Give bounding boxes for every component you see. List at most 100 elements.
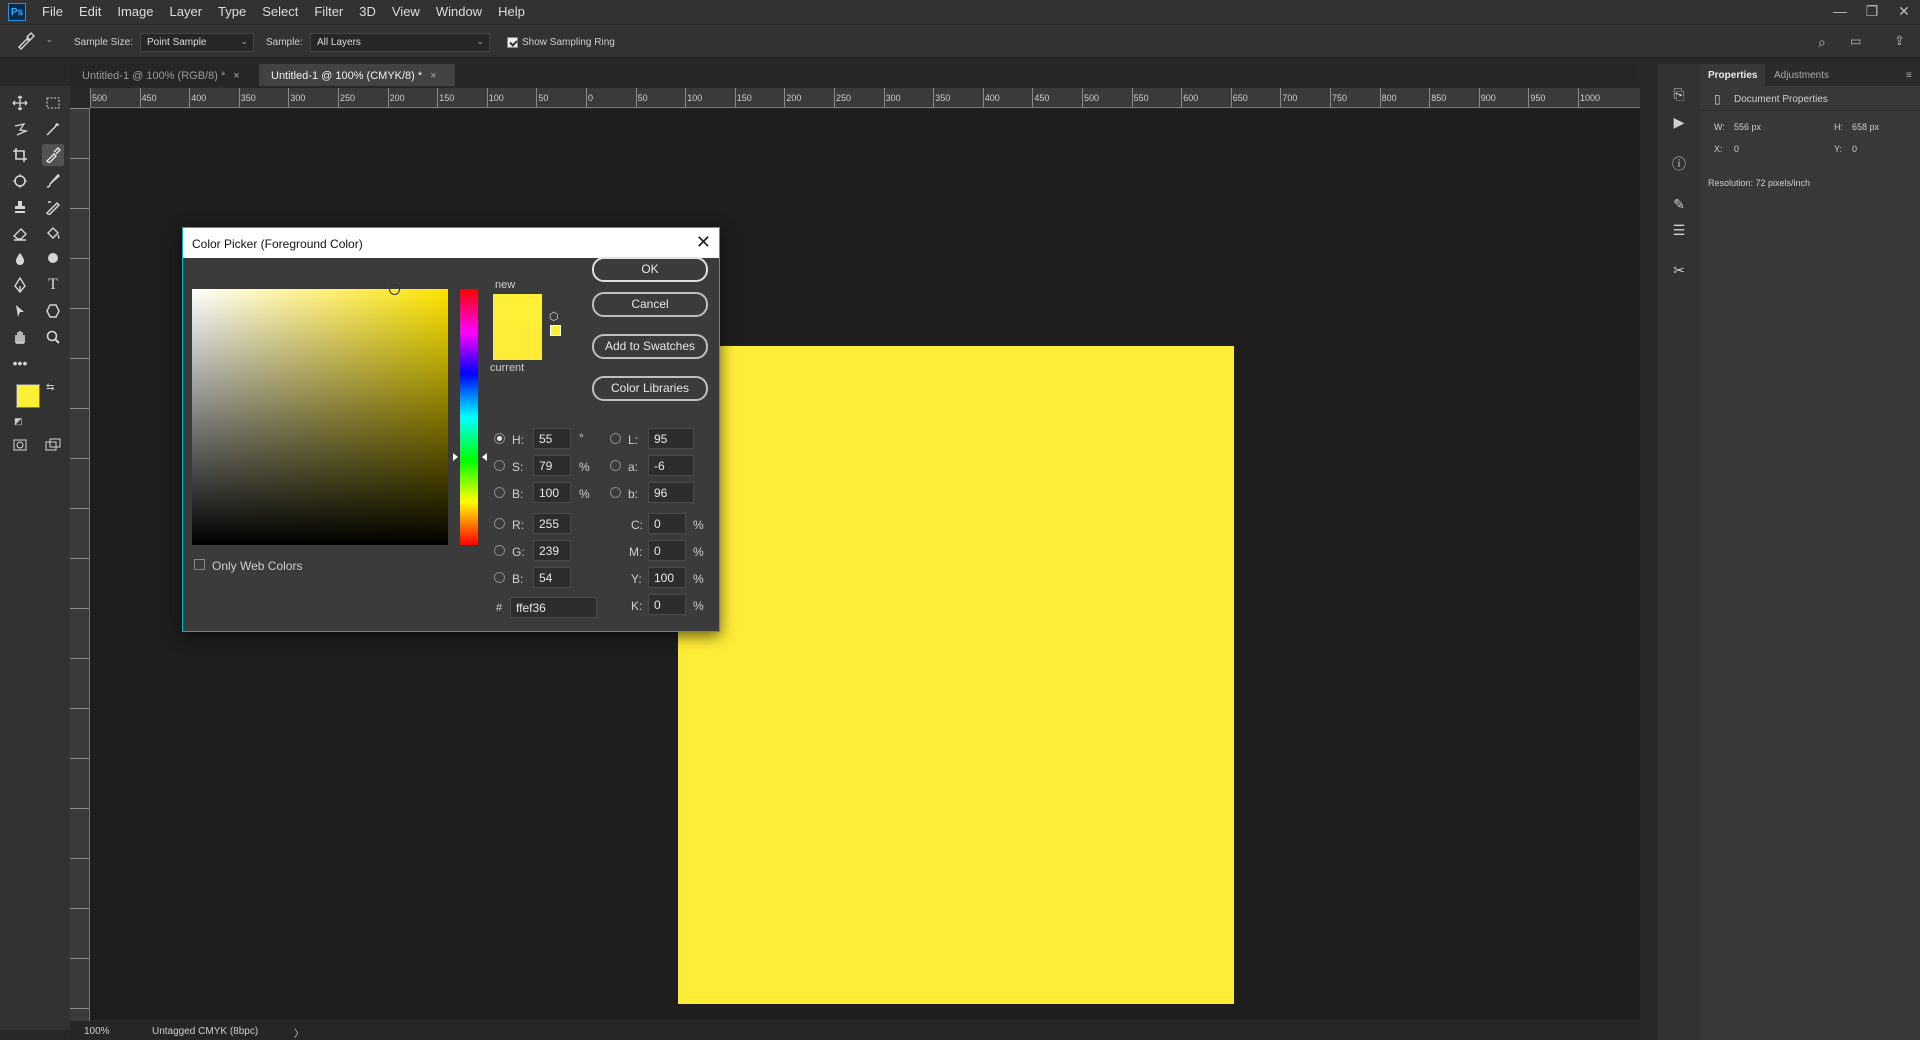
tab-properties[interactable]: Properties — [1700, 64, 1766, 86]
show-ring-checkbox[interactable] — [507, 36, 518, 48]
x-value[interactable]: 0 — [1734, 144, 1739, 154]
close-icon[interactable]: × — [233, 70, 239, 82]
c-input[interactable]: 0 — [648, 513, 686, 534]
history-icon[interactable]: ⎘ — [1669, 86, 1689, 106]
zoom-tool-icon[interactable] — [42, 326, 64, 348]
s-radio[interactable] — [494, 460, 505, 471]
sample-size-select[interactable]: Point Sample ⌄ — [140, 33, 254, 52]
cancel-button[interactable]: Cancel — [592, 292, 708, 317]
adjustment-sliders-icon[interactable]: ☰ — [1669, 222, 1689, 242]
horizontal-ruler[interactable]: 500 450 400 350 300 250 200 150 100 50 0 50 100 150 20… — [90, 88, 1640, 108]
status-chevron-icon[interactable]: 〉 — [294, 1025, 304, 1040]
menu-view[interactable]: View — [384, 0, 428, 24]
y-value[interactable]: 0 — [1852, 144, 1857, 154]
only-web-colors-checkbox[interactable] — [194, 558, 205, 570]
lab-b-input[interactable]: 96 — [648, 482, 694, 503]
add-to-swatches-button[interactable]: Add to Swatches — [592, 334, 708, 359]
b-radio[interactable] — [494, 487, 505, 498]
blue-input[interactable]: 54 — [533, 567, 571, 588]
b-input[interactable]: 100 — [533, 482, 571, 503]
pen-tool-icon[interactable] — [9, 274, 31, 296]
lasso-tool-icon[interactable] — [9, 118, 31, 140]
menu-type[interactable]: Type — [210, 0, 254, 24]
hex-input[interactable]: ffef36 — [510, 597, 597, 618]
move-tool-icon[interactable] — [9, 92, 31, 114]
frame-tool-icon[interactable] — [9, 170, 31, 192]
tools-presets-icon[interactable]: ✂ — [1669, 262, 1689, 282]
close-icon[interactable]: × — [430, 70, 436, 82]
share-icon[interactable]: ⇪ — [1894, 33, 1905, 49]
menu-help[interactable]: Help — [490, 0, 533, 24]
g-radio[interactable] — [494, 545, 505, 556]
h-radio[interactable] — [494, 433, 505, 444]
web-safe-swatch[interactable] — [550, 325, 561, 336]
menu-window[interactable]: Window — [428, 0, 490, 24]
y-input[interactable]: 100 — [648, 567, 686, 588]
quick-mask-icon[interactable] — [9, 434, 31, 456]
l-input[interactable]: 95 — [648, 428, 694, 449]
brush-tool-icon[interactable] — [42, 170, 64, 192]
color-picker-ring[interactable] — [389, 284, 400, 295]
cube-icon[interactable]: ⬡ — [549, 310, 559, 323]
info-icon[interactable]: ⓘ — [1669, 154, 1689, 174]
paint-bucket-tool-icon[interactable] — [42, 222, 64, 244]
foreground-color-swatch[interactable] — [16, 384, 40, 408]
menu-filter[interactable]: Filter — [306, 0, 351, 24]
dialog-titlebar[interactable]: Color Picker (Foreground Color) ✕ — [183, 228, 719, 258]
workspace-icon[interactable]: ▭ — [1850, 34, 1861, 48]
h-value[interactable]: 658 px — [1852, 122, 1879, 132]
vertical-ruler[interactable] — [70, 108, 90, 1030]
m-input[interactable]: 0 — [648, 540, 686, 561]
screen-mode-icon[interactable] — [42, 434, 64, 456]
search-icon[interactable]: ⌕ — [1818, 34, 1826, 51]
l-radio[interactable] — [610, 433, 621, 444]
blur-tool-icon[interactable] — [9, 248, 31, 270]
lab-b-radio[interactable] — [610, 487, 621, 498]
tab-adjustments[interactable]: Adjustments — [1766, 64, 1837, 86]
marquee-tool-icon[interactable] — [42, 92, 64, 114]
menu-3d[interactable]: 3D — [351, 0, 384, 24]
current-color-swatch[interactable] — [493, 327, 542, 360]
magic-wand-tool-icon[interactable] — [42, 118, 64, 140]
document-canvas[interactable] — [678, 346, 1234, 1004]
hue-slider[interactable] — [460, 289, 478, 545]
hue-slider-right-arrow-icon[interactable] — [482, 453, 487, 461]
r-input[interactable]: 255 — [533, 513, 571, 534]
stamp-tool-icon[interactable] — [9, 196, 31, 218]
menu-select[interactable]: Select — [254, 0, 306, 24]
brush-settings-icon[interactable]: ✎ — [1669, 196, 1689, 216]
menu-file[interactable]: File — [34, 0, 71, 24]
sample-select[interactable]: All Layers ⌄ — [310, 33, 490, 52]
path-selection-tool-icon[interactable] — [9, 300, 31, 322]
actions-play-icon[interactable]: ▶ — [1669, 114, 1689, 134]
tab-untitled-rgb[interactable]: Untitled-1 @ 100% (RGB/8) * × — [70, 64, 258, 86]
eraser-tool-icon[interactable] — [9, 222, 31, 244]
menu-edit[interactable]: Edit — [71, 0, 109, 24]
restore-button[interactable]: ❐ — [1856, 0, 1888, 24]
zoom-level[interactable]: 100% — [84, 1026, 110, 1037]
crop-tool-icon[interactable] — [9, 144, 31, 166]
color-libraries-button[interactable]: Color Libraries — [592, 376, 708, 401]
blue-radio[interactable] — [494, 572, 505, 583]
g-input[interactable]: 239 — [533, 540, 571, 561]
ok-button[interactable]: OK — [592, 257, 708, 282]
a-radio[interactable] — [610, 460, 621, 471]
close-icon[interactable]: ✕ — [696, 232, 711, 252]
s-input[interactable]: 79 — [533, 455, 571, 476]
default-colors-icon[interactable]: ◩ — [14, 416, 23, 427]
type-tool-icon[interactable]: T — [42, 274, 64, 296]
hand-tool-icon[interactable] — [9, 326, 31, 348]
k-input[interactable]: 0 — [648, 594, 686, 615]
w-value[interactable]: 556 px — [1734, 122, 1761, 132]
a-input[interactable]: -6 — [648, 455, 694, 476]
history-brush-tool-icon[interactable] — [42, 196, 64, 218]
shape-tool-icon[interactable] — [42, 300, 64, 322]
eyedropper-tool-preset-icon[interactable] — [16, 32, 47, 53]
tab-untitled-cmyk[interactable]: Untitled-1 @ 100% (CMYK/8) * × — [259, 64, 455, 86]
eyedropper-tool-icon[interactable] — [42, 144, 64, 166]
h-input[interactable]: 55 — [533, 428, 571, 449]
dodge-tool-icon[interactable] — [42, 248, 64, 270]
more-tools-icon[interactable]: ••• — [9, 352, 31, 374]
menu-image[interactable]: Image — [109, 0, 161, 24]
close-window-button[interactable]: ✕ — [1888, 0, 1920, 24]
